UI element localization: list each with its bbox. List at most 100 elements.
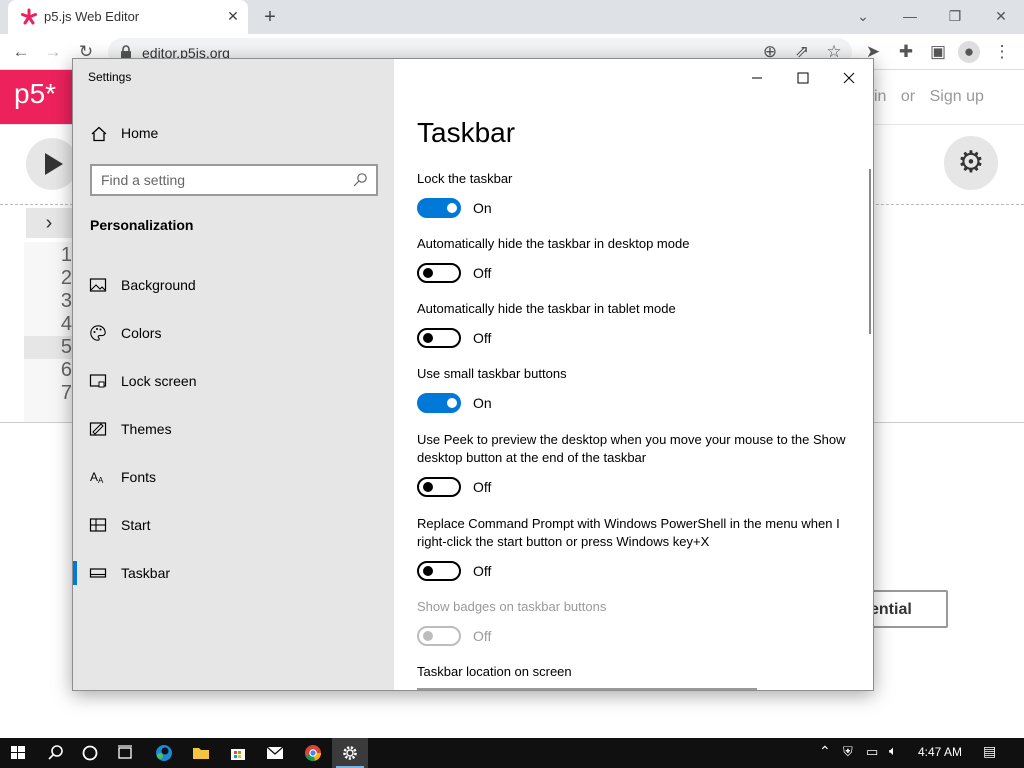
search-setting-input[interactable]: Find a setting: [90, 164, 378, 196]
nav-item-lock-screen[interactable]: Lock screen: [73, 361, 394, 401]
tab-search-icon[interactable]: ⌄: [851, 5, 875, 27]
extensions-puzzle-icon[interactable]: ✚: [895, 41, 917, 63]
nav-item-label: Background: [121, 277, 196, 293]
setting-label: Use Peek to preview the desktop when you…: [417, 432, 846, 465]
browser-minimize-button[interactable]: —: [898, 5, 922, 27]
p5-nav: in or Sign up: [874, 88, 994, 106]
toggle-state: On: [473, 200, 492, 216]
toggle-knob: [423, 268, 433, 278]
signup-link[interactable]: Sign up: [930, 88, 984, 105]
badges-toggle[interactable]: [417, 626, 461, 646]
powershell-toggle[interactable]: [417, 561, 461, 581]
lock-screen-icon: [89, 374, 107, 388]
chrome-menu-icon[interactable]: ⋮: [991, 41, 1013, 63]
toggle-state: Off: [473, 265, 492, 281]
toggle-knob: [423, 333, 433, 343]
toggle-knob: [423, 566, 433, 576]
settings-nav-pane: Settings Home Find a setting Personaliza…: [73, 59, 394, 690]
windows-taskbar: ⌃ ⛨ ▭ 🔈︎ 4:47 AM ▤: [0, 738, 1024, 768]
sidebar-expand-chevron-icon[interactable]: ›: [26, 208, 72, 238]
editor-settings-gear-icon[interactable]: ⚙: [944, 136, 998, 190]
palette-icon: [90, 325, 106, 341]
chrome-icon[interactable]: [295, 738, 331, 768]
settings-gear-icon: [343, 746, 357, 760]
close-button[interactable]: [826, 63, 872, 93]
mail-icon[interactable]: [257, 738, 293, 768]
taskbar-icon: [89, 568, 107, 578]
security-shield-icon[interactable]: ⛨: [843, 744, 853, 760]
network-icon[interactable]: ▭: [866, 744, 878, 760]
nav-item-themes[interactable]: Themes: [73, 409, 394, 449]
profile-avatar-icon[interactable]: ●: [958, 41, 980, 63]
nav-item-label: Start: [121, 517, 151, 533]
p5-logo[interactable]: p5*: [0, 70, 72, 124]
lock-taskbar-toggle[interactable]: [417, 198, 461, 218]
toggle-knob: [423, 482, 433, 492]
toggle-state: Off: [473, 330, 492, 346]
windows-start-icon[interactable]: [0, 738, 36, 768]
line-number: 3: [60, 290, 72, 312]
new-tab-button[interactable]: +: [258, 5, 282, 29]
nav-item-background[interactable]: Background: [73, 265, 394, 305]
settings-taskbar-button[interactable]: [332, 738, 368, 768]
browser-tab[interactable]: p5.js Web Editor ✕: [8, 0, 248, 34]
browser-tab-strip: p5.js Web Editor ✕ + ⌄ — ❐ ✕: [0, 0, 1024, 34]
tray-chevron-up-icon[interactable]: ⌃: [819, 743, 831, 760]
side-panel-icon[interactable]: ▣: [927, 41, 949, 63]
cortana-icon[interactable]: [72, 738, 108, 768]
browser-close-button[interactable]: ✕: [989, 5, 1013, 27]
nav-item-label: Themes: [121, 421, 172, 437]
settings-content-pane: Taskbar Lock the taskbar On Automaticall…: [394, 59, 873, 690]
svg-text:A: A: [98, 476, 104, 485]
clock[interactable]: 4:47 AM: [918, 745, 962, 759]
nav-home[interactable]: Home: [73, 117, 394, 151]
tab-title: p5.js Web Editor: [44, 9, 140, 24]
setting-label: Automatically hide the taskbar in deskto…: [417, 236, 690, 251]
setting-label: Taskbar location on screen: [417, 664, 572, 679]
nav-item-fonts[interactable]: A A Fonts: [73, 457, 394, 497]
tab-close-icon[interactable]: ✕: [224, 7, 242, 25]
taskbar-location-dropdown[interactable]: [417, 688, 757, 690]
themes-icon: [89, 422, 107, 436]
toggle-state: On: [473, 395, 492, 411]
nav-item-label: Taskbar: [121, 565, 171, 581]
nav-item-start[interactable]: Start: [73, 505, 394, 545]
toggle-state: Off: [473, 479, 492, 495]
search-icon[interactable]: [37, 738, 73, 768]
play-button[interactable]: [26, 138, 78, 190]
autohide-tablet-toggle[interactable]: [417, 328, 461, 348]
nav-item-colors[interactable]: Colors: [73, 313, 394, 353]
notifications-icon[interactable]: ▤: [983, 743, 996, 760]
p5-favicon-icon: [21, 8, 37, 25]
volume-icon[interactable]: 🔈︎: [889, 743, 897, 759]
edge-icon[interactable]: [146, 738, 182, 768]
search-placeholder: Find a setting: [101, 172, 186, 188]
nav-item-taskbar[interactable]: Taskbar: [73, 553, 394, 593]
scrollbar[interactable]: [869, 169, 871, 334]
minimize-button[interactable]: [734, 63, 780, 93]
p5-logo-text: p5*: [14, 78, 57, 109]
peek-toggle[interactable]: [417, 477, 461, 497]
window-title: Settings: [88, 70, 132, 84]
file-explorer-icon[interactable]: [183, 738, 219, 768]
toggle-knob: [447, 203, 457, 213]
small-buttons-toggle[interactable]: [417, 393, 461, 413]
task-view-icon[interactable]: [107, 738, 143, 768]
nav-item-label: Colors: [121, 325, 162, 341]
back-icon[interactable]: ←: [10, 41, 32, 63]
fonts-icon: A A: [90, 470, 104, 485]
line-number: 5: [24, 336, 74, 359]
svg-text:A: A: [90, 470, 98, 484]
browser-restore-button[interactable]: ❐: [943, 5, 967, 27]
home-icon: [91, 126, 107, 142]
maximize-button[interactable]: [780, 63, 826, 93]
forward-icon[interactable]: →: [42, 41, 64, 63]
search-icon: [353, 173, 367, 187]
setting-label: Replace Command Prompt with Windows Powe…: [417, 516, 840, 549]
toggle-state: Off: [473, 628, 492, 644]
nav-item-label: Fonts: [121, 469, 157, 485]
store-icon[interactable]: [220, 738, 256, 768]
autohide-desktop-toggle[interactable]: [417, 263, 461, 283]
login-link[interactable]: in: [874, 88, 886, 105]
toggle-state: Off: [473, 563, 492, 579]
